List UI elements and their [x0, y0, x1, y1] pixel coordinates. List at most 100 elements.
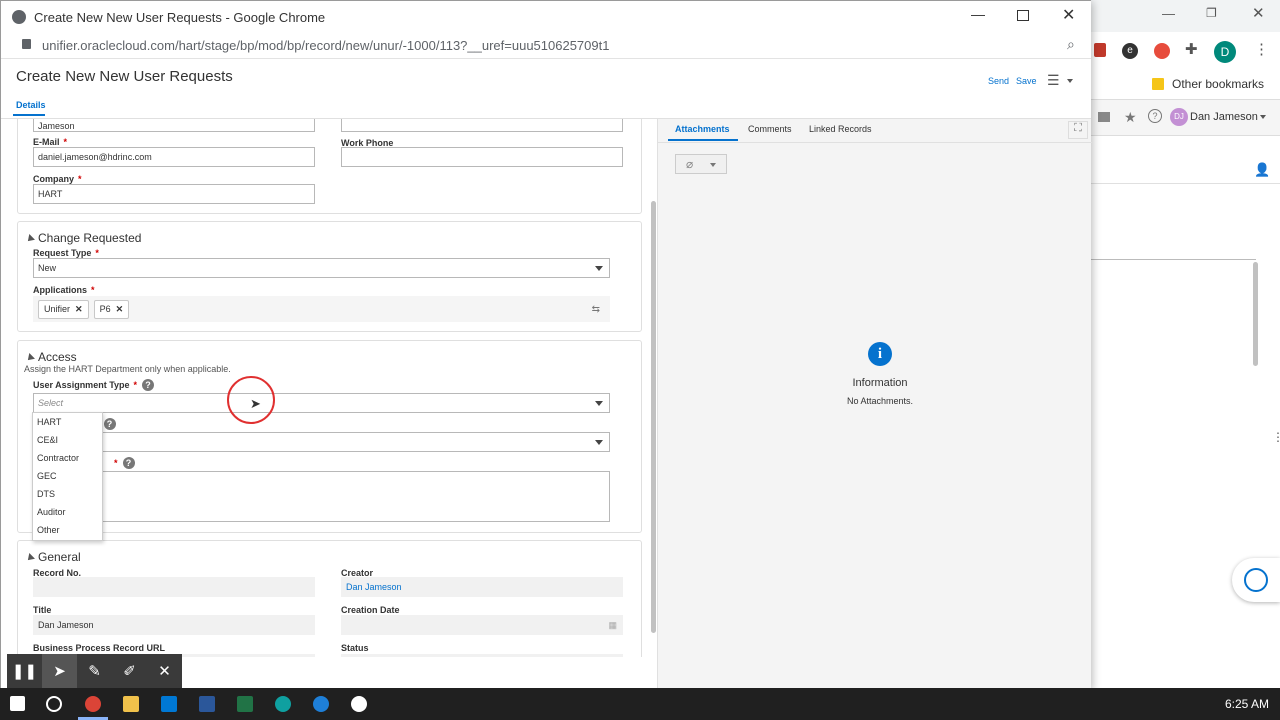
address-bar[interactable]: unifier.oraclecloud.com/hart/stage/bp/mo…	[1, 33, 1091, 59]
chat-assistant-button[interactable]	[1232, 558, 1280, 602]
help-icon[interactable]: ?	[1148, 109, 1162, 123]
work-phone-field[interactable]	[341, 147, 623, 167]
remove-icon[interactable]: ✕	[116, 304, 124, 314]
hamburger-menu-icon[interactable]: ☰	[1047, 72, 1060, 89]
expand-icon[interactable]: ⛶	[1068, 121, 1088, 139]
chat-icon	[1244, 568, 1268, 592]
general-header[interactable]: General	[25, 550, 81, 564]
dropdown-option[interactable]: Contractor	[33, 449, 102, 467]
help-icon[interactable]: ?	[103, 418, 116, 430]
save-button[interactable]: Save	[1016, 76, 1037, 86]
help-icon[interactable]: ?	[122, 457, 135, 469]
send-button[interactable]: Send	[988, 76, 1009, 86]
request-type-select[interactable]: New	[33, 258, 610, 278]
zoom-icon[interactable]: ⌕	[1067, 36, 1075, 53]
general-section: General Record No. Creator Dan Jameson T…	[17, 540, 642, 657]
ie-icon[interactable]	[313, 696, 329, 712]
pause-icon[interactable]: ❚❚	[7, 654, 42, 688]
title-field[interactable]: Dan Jameson	[33, 615, 315, 635]
close-icon[interactable]: ✕	[147, 654, 182, 688]
pointer-icon[interactable]: ➤	[42, 654, 77, 688]
highlighter-icon[interactable]: ✐	[112, 654, 147, 688]
user-assignment-type-select[interactable]: Select	[33, 393, 610, 413]
help-icon[interactable]: ?	[142, 379, 155, 391]
dropdown-option[interactable]: CE&I	[33, 431, 102, 449]
search-icon[interactable]	[46, 696, 62, 712]
contact-field-right[interactable]	[341, 119, 623, 132]
chevron-down-icon[interactable]	[1260, 115, 1266, 119]
kebab-menu-icon[interactable]: ⋮	[1254, 40, 1269, 58]
minimize-icon[interactable]: —	[1162, 6, 1175, 21]
clock[interactable]: 6:25 AM	[1225, 697, 1269, 711]
dropdown-option[interactable]: GEC	[33, 467, 102, 485]
megaphone-icon[interactable]	[1098, 112, 1110, 122]
file-explorer-icon[interactable]	[123, 696, 139, 712]
app-header: Create New New User Requests Send Save ☰…	[1, 59, 1091, 119]
collapse-triangle-icon	[25, 553, 35, 563]
creation-date-label: Creation Date	[341, 605, 400, 615]
tab-details[interactable]: Details	[16, 100, 46, 110]
chevron-down-icon	[595, 266, 603, 271]
close-icon[interactable]: ✕	[1062, 5, 1075, 25]
application-chip-p6[interactable]: P6 ✕	[93, 300, 130, 319]
status-field	[341, 654, 623, 657]
user-settings-icon[interactable]: 👤	[1254, 162, 1270, 178]
folder-icon	[1152, 78, 1164, 90]
application-chip-unifier[interactable]: Unifier ✕	[38, 300, 89, 319]
pen-icon[interactable]: ✎	[77, 654, 112, 688]
tab-attachments[interactable]: Attachments	[675, 124, 730, 134]
attach-button[interactable]: ⌀	[675, 154, 727, 174]
background-scrollbar[interactable]	[1253, 262, 1258, 366]
dropdown-option[interactable]: HART	[33, 413, 102, 431]
side-panel: Attachments Comments Linked Records ⛶ ⌀ …	[657, 119, 1092, 689]
record-no-field	[33, 577, 315, 597]
minimize-icon[interactable]: —	[971, 6, 985, 22]
extension-red-icon[interactable]	[1154, 43, 1170, 59]
page-title: Create New New User Requests	[16, 68, 233, 85]
last-name-field[interactable]: Jameson	[33, 119, 315, 132]
pdf-extension-icon[interactable]	[1094, 43, 1106, 57]
remove-icon[interactable]: ✕	[75, 304, 83, 314]
app-icon[interactable]	[351, 696, 367, 712]
change-requested-header[interactable]: Change Requested	[25, 231, 141, 245]
picker-icon[interactable]: ⇆	[592, 304, 600, 315]
access-note: Assign the HART Department only when app…	[24, 364, 231, 374]
extension-e-icon[interactable]: e	[1122, 43, 1138, 59]
puzzle-extensions-icon[interactable]: ✚	[1185, 40, 1198, 58]
windows-start-icon[interactable]	[10, 696, 25, 711]
applications-multiselect[interactable]: Unifier ✕ P6 ✕ ⇆	[33, 296, 610, 322]
windows-taskbar: 6:25 AM	[0, 688, 1280, 720]
company-field[interactable]: HART	[33, 184, 315, 204]
maximize-icon[interactable]	[1017, 10, 1029, 21]
dropdown-option[interactable]: DTS	[33, 485, 102, 503]
restore-icon[interactable]: ❐	[1206, 6, 1217, 20]
tab-comments[interactable]: Comments	[748, 124, 792, 134]
dropdown-option[interactable]: Auditor	[33, 503, 102, 521]
info-title: Information	[852, 377, 908, 389]
department-select[interactable]	[33, 432, 610, 452]
calendar-icon[interactable]: ▦	[608, 620, 617, 631]
close-icon[interactable]: ✕	[1252, 4, 1265, 22]
excel-icon[interactable]	[237, 696, 253, 712]
other-bookmarks-link[interactable]: Other bookmarks	[1172, 77, 1264, 91]
kebab-menu-icon[interactable]: ⋮	[1272, 430, 1280, 444]
dropdown-option[interactable]: Other	[33, 521, 102, 539]
chevron-down-icon[interactable]	[1067, 79, 1073, 83]
profile-avatar[interactable]: D	[1214, 41, 1236, 63]
access-comments-textarea[interactable]	[33, 471, 610, 522]
url-text[interactable]: unifier.oraclecloud.com/hart/stage/bp/mo…	[42, 38, 609, 53]
request-type-label: Request Type *	[33, 248, 99, 258]
word-icon[interactable]	[199, 696, 215, 712]
creator-field[interactable]: Dan Jameson	[341, 577, 623, 597]
email-field[interactable]: daniel.jameson@hdrinc.com	[33, 147, 315, 167]
form-scrollbar[interactable]	[651, 201, 656, 633]
chrome-icon[interactable]	[85, 696, 101, 712]
star-icon[interactable]: ★	[1124, 109, 1137, 126]
outlook-icon[interactable]	[161, 696, 177, 712]
edge-icon[interactable]	[275, 696, 291, 712]
tab-linked-records[interactable]: Linked Records	[809, 124, 872, 134]
access-header[interactable]: Access	[25, 350, 77, 364]
user-name[interactable]: Dan Jameson	[1190, 111, 1258, 123]
chevron-down-icon	[710, 163, 716, 167]
email-label: E-Mail *	[33, 137, 68, 147]
